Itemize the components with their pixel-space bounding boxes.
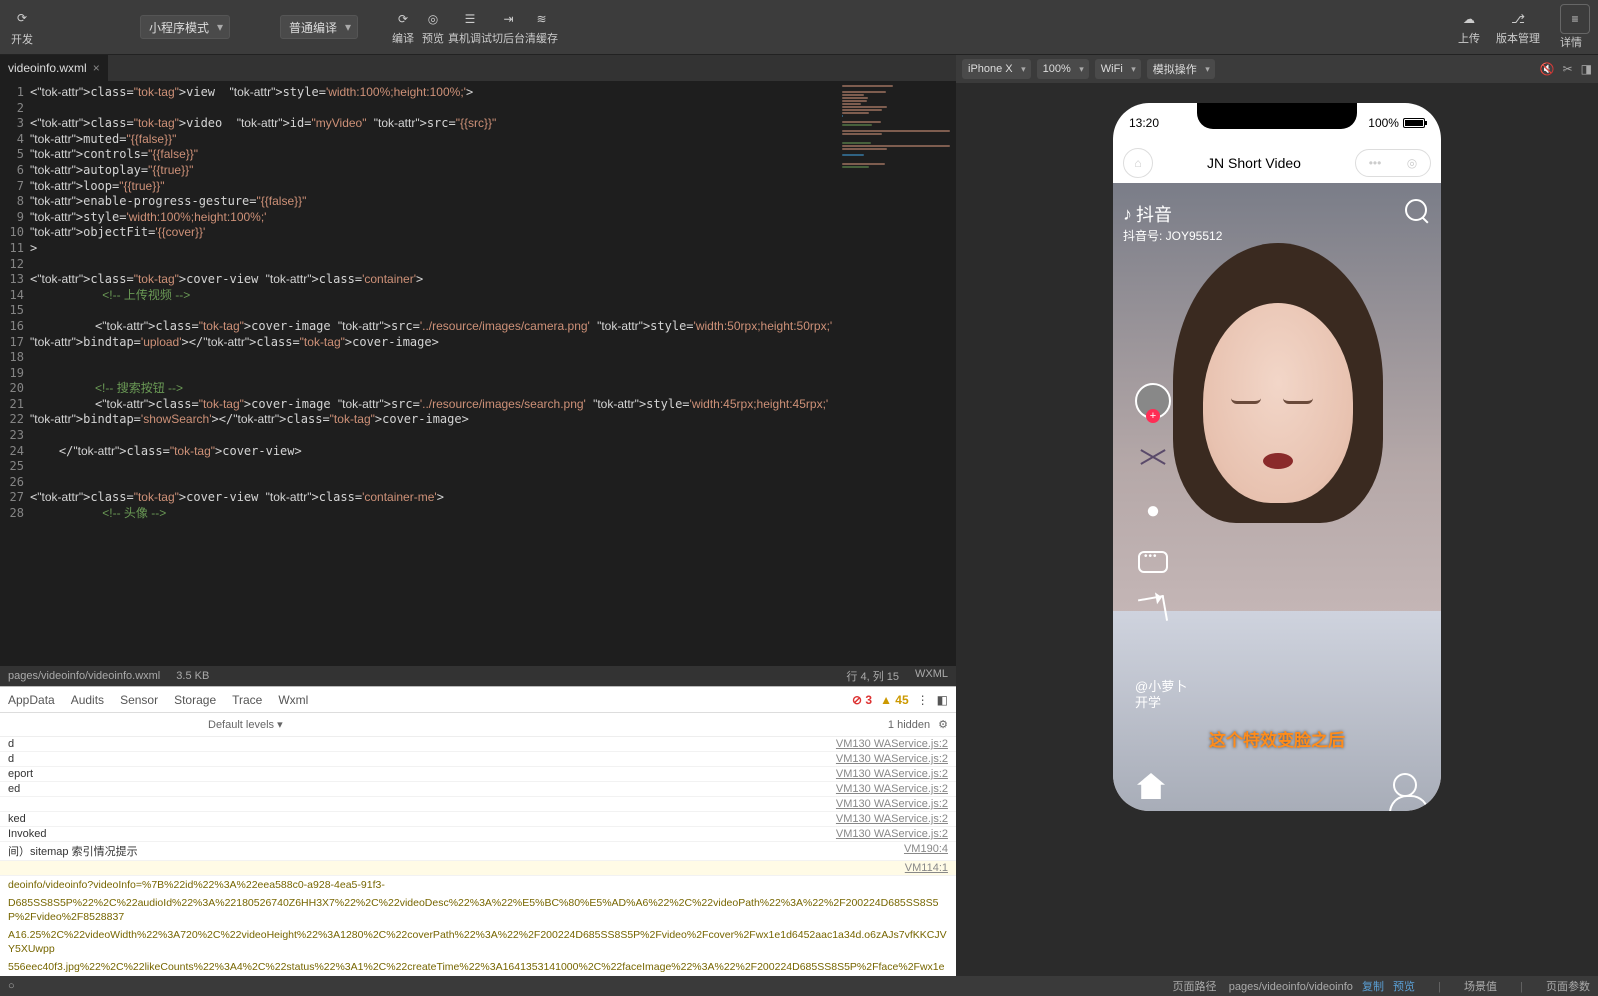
app-navbar: ⌂ JN Short Video ••• ◎ bbox=[1113, 143, 1441, 183]
log-level-select[interactable]: Default levels ▾ bbox=[208, 718, 283, 731]
tabbar-home-icon[interactable] bbox=[1137, 773, 1165, 799]
simulator-pane: iPhone X 100% WiFi 模拟操作 🔇 ✂ ◨ 13:20 100% bbox=[956, 55, 1598, 976]
console-row[interactable]: VM130 WAService.js:2 bbox=[0, 797, 956, 812]
background-button[interactable]: ⇥ 切后台 bbox=[492, 8, 525, 46]
device-frame: 13:20 100% ⌂ JN Short Video ••• ◎ bbox=[1113, 103, 1441, 811]
zoom-select[interactable]: 100% bbox=[1037, 59, 1089, 79]
preview-button[interactable]: ◎ 预览 bbox=[418, 8, 448, 46]
capsule-buttons[interactable]: ••• ◎ bbox=[1355, 149, 1431, 177]
status-path: pages/videoinfo/videoinfo.wxml bbox=[8, 670, 160, 682]
effect-icon[interactable] bbox=[1139, 443, 1167, 471]
comment-icon[interactable] bbox=[1138, 551, 1168, 573]
status-size: 3.5 KB bbox=[176, 670, 209, 682]
search-icon[interactable] bbox=[1405, 199, 1427, 221]
tab-audits[interactable]: Audits bbox=[71, 693, 104, 707]
code-editor[interactable]: 1234567891011121314151617181920212223242… bbox=[0, 81, 956, 666]
console-tabs: AppData Audits Sensor Storage Trace Wxml… bbox=[0, 687, 956, 713]
device-notch bbox=[1197, 103, 1357, 129]
tab-storage[interactable]: Storage bbox=[174, 693, 216, 707]
console-dock-icon[interactable]: ◧ bbox=[937, 693, 948, 707]
douyin-id: 抖音号: JOY95512 bbox=[1123, 227, 1222, 244]
console-row[interactable]: InvokedVM130 WAService.js:2 bbox=[0, 827, 956, 842]
dock-icon[interactable]: ◨ bbox=[1581, 62, 1592, 76]
editor-tab-active[interactable]: videoinfo.wxml × bbox=[0, 55, 108, 81]
console-row[interactable]: kedVM130 WAService.js:2 bbox=[0, 812, 956, 827]
capsule-close-icon[interactable]: ◎ bbox=[1407, 156, 1417, 170]
tab-wxml[interactable]: Wxml bbox=[278, 693, 308, 707]
device-select[interactable]: iPhone X bbox=[962, 59, 1031, 79]
mode-select[interactable]: 小程序模式 bbox=[140, 15, 230, 39]
status-ring-icon[interactable]: ○ bbox=[8, 980, 15, 992]
remote-debug-button[interactable]: ☰ 真机调试 bbox=[448, 8, 492, 46]
status-battery-pct: 100% bbox=[1368, 116, 1399, 130]
status-cursor: 行 4, 列 15 bbox=[846, 668, 899, 684]
battery-icon bbox=[1403, 118, 1425, 128]
tab-trace[interactable]: Trace bbox=[232, 693, 262, 707]
console-row[interactable]: dVM130 WAService.js:2 bbox=[0, 737, 956, 752]
preview-toolbar: iPhone X 100% WiFi 模拟操作 🔇 ✂ ◨ bbox=[956, 55, 1598, 83]
video-caption: 这个特效变脸之后 bbox=[1209, 726, 1345, 751]
warn-count-badge[interactable]: ▲ 45 bbox=[880, 693, 909, 707]
top-toolbar: ⟳ 开发 小程序模式 普通编译 ⟳ 编译 ◎ 预览 ☰ 真机调试 ⇥ 切后台 ≋… bbox=[0, 0, 1598, 55]
tab-sensor[interactable]: Sensor bbox=[120, 693, 158, 707]
scene-label[interactable]: 场景值 bbox=[1464, 981, 1497, 993]
network-select[interactable]: WiFi bbox=[1095, 59, 1141, 79]
douyin-logo: ♪ 抖音 bbox=[1123, 201, 1172, 227]
tab-filename: videoinfo.wxml bbox=[8, 61, 87, 75]
version-button[interactable]: ⎇ 版本管理 bbox=[1496, 8, 1540, 46]
detail-button[interactable]: ≡ 详情 bbox=[1552, 4, 1590, 50]
rotate-icon[interactable]: ✂ bbox=[1563, 62, 1573, 76]
upload-button[interactable]: ☁ 上传 bbox=[1454, 8, 1484, 46]
video-author[interactable]: @小萝卜 开学 bbox=[1135, 679, 1187, 711]
console-row[interactable]: edVM130 WAService.js:2 bbox=[0, 782, 956, 797]
status-time: 13:20 bbox=[1129, 116, 1159, 130]
close-icon[interactable]: × bbox=[93, 61, 100, 75]
app-statusbar: ○ 页面路径 pages/videoinfo/videoinfo 复制 预览 |… bbox=[0, 976, 1598, 996]
console-gear-icon[interactable]: ⚙ bbox=[938, 718, 948, 731]
page-path-label: 页面路径 bbox=[1173, 981, 1217, 993]
error-count-badge[interactable]: ⊘ 3 bbox=[852, 693, 872, 707]
dev-label: ⟳ 开发 bbox=[8, 7, 36, 47]
clear-cache-button[interactable]: ≋ 清缓存 bbox=[525, 8, 558, 46]
page-params-label[interactable]: 页面参数 bbox=[1546, 981, 1590, 993]
share-icon[interactable] bbox=[1138, 595, 1168, 625]
page-path: pages/videoinfo/videoinfo bbox=[1229, 981, 1353, 993]
console-more-icon[interactable]: ⋮ bbox=[917, 693, 929, 707]
console-row[interactable]: dVM130 WAService.js:2 bbox=[0, 752, 956, 767]
editor-pane: videoinfo.wxml × 12345678910111213141516… bbox=[0, 55, 956, 976]
tab-appdata[interactable]: AppData bbox=[8, 693, 55, 707]
side-actions: ● bbox=[1135, 383, 1171, 623]
capsule-more-icon[interactable]: ••• bbox=[1369, 156, 1382, 170]
editor-tabs: videoinfo.wxml × bbox=[0, 55, 956, 81]
compile-button[interactable]: ⟳ 编译 bbox=[388, 8, 418, 46]
minimap[interactable] bbox=[836, 81, 956, 666]
author-avatar[interactable] bbox=[1135, 383, 1171, 419]
copy-path-link[interactable]: 复制 bbox=[1362, 981, 1384, 993]
compile-profile-select[interactable]: 普通编译 bbox=[280, 15, 358, 39]
mute-icon[interactable]: 🔇 bbox=[1540, 62, 1555, 76]
tabbar-user-icon[interactable] bbox=[1393, 773, 1417, 797]
app-title: JN Short Video bbox=[1153, 155, 1355, 171]
home-button[interactable]: ⌂ bbox=[1123, 148, 1153, 178]
video-view[interactable]: ♪ 抖音 抖音号: JOY95512 ● @小萝卜 开学 这个特效变脸 bbox=[1113, 183, 1441, 811]
dot-icon: ● bbox=[1137, 495, 1169, 527]
hidden-count: 1 hidden bbox=[888, 719, 930, 731]
sim-action-select[interactable]: 模拟操作 bbox=[1147, 59, 1215, 79]
preview-path-link[interactable]: 预览 bbox=[1393, 981, 1415, 993]
editor-statusbar: pages/videoinfo/videoinfo.wxml 3.5 KB 行 … bbox=[0, 666, 956, 686]
console-row[interactable]: eportVM130 WAService.js:2 bbox=[0, 767, 956, 782]
status-lang: WXML bbox=[915, 668, 948, 684]
devtools-console: AppData Audits Sensor Storage Trace Wxml… bbox=[0, 686, 956, 976]
